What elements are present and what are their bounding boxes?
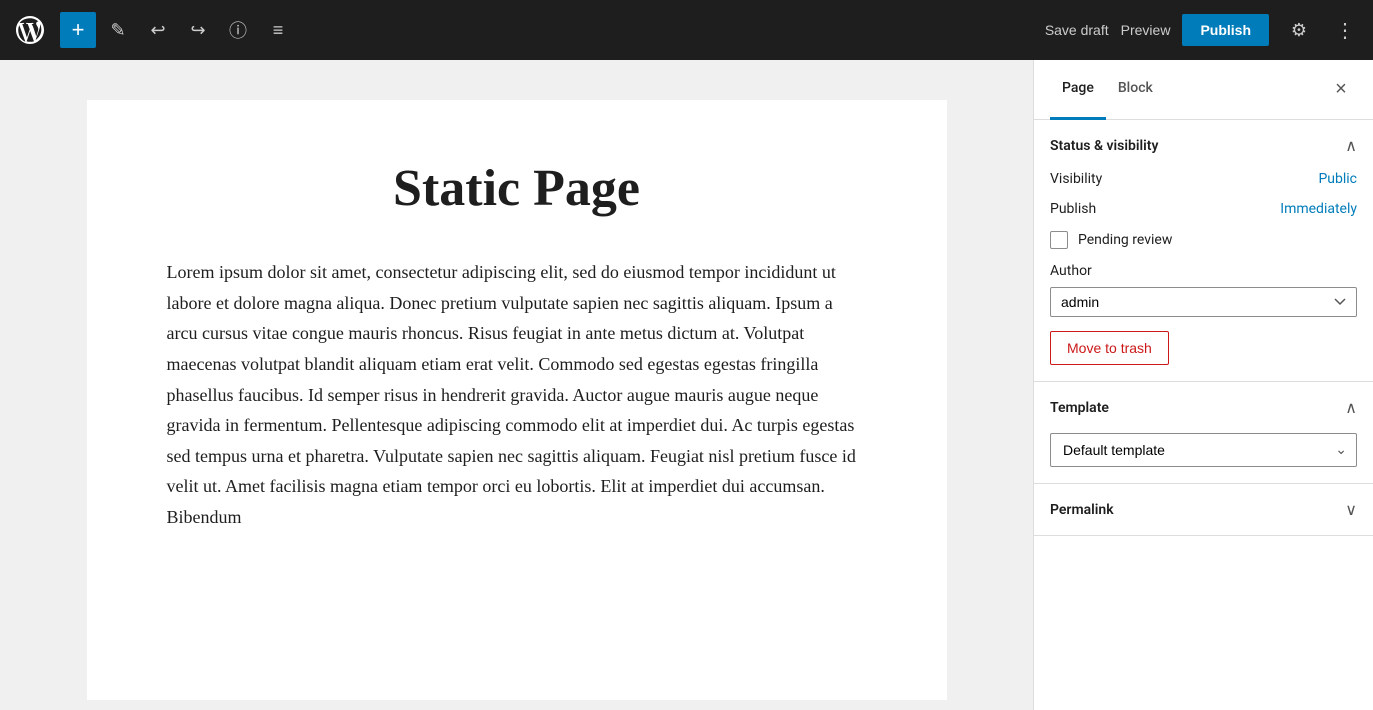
info-icon: ⓘ [229, 17, 247, 43]
save-draft-button[interactable]: Save draft [1045, 22, 1109, 38]
add-block-button[interactable]: + [60, 12, 96, 48]
wp-logo-button[interactable] [12, 12, 48, 48]
collapse-icon: ∧ [1345, 136, 1357, 155]
visibility-value[interactable]: Public [1318, 171, 1357, 187]
undo-icon: ↩ [150, 20, 165, 41]
settings-button[interactable]: ⚙ [1281, 12, 1317, 48]
sidebar: Page Block × Status & visibility ∧ Visib… [1033, 60, 1373, 710]
status-visibility-header[interactable]: Status & visibility ∧ [1050, 136, 1357, 155]
pending-review-label: Pending review [1078, 232, 1172, 248]
template-collapse-icon: ∧ [1345, 398, 1357, 417]
author-select[interactable]: admin [1050, 287, 1357, 317]
sidebar-close-button[interactable]: × [1325, 74, 1357, 106]
status-visibility-section: Status & visibility ∧ Visibility Public … [1034, 120, 1373, 382]
template-title: Template [1050, 400, 1109, 416]
template-header[interactable]: Template ∧ [1050, 398, 1357, 417]
page-title[interactable]: Static Page [167, 160, 867, 217]
status-visibility-title: Status & visibility [1050, 138, 1158, 154]
pending-review-checkbox[interactable] [1050, 231, 1068, 249]
publish-value[interactable]: Immediately [1280, 201, 1357, 217]
publish-button[interactable]: Publish [1182, 14, 1269, 46]
pending-review-row: Pending review [1050, 231, 1357, 249]
preview-button[interactable]: Preview [1121, 22, 1171, 38]
editor-content: Static Page Lorem ipsum dolor sit amet, … [87, 100, 947, 700]
author-group: Author admin [1050, 263, 1357, 331]
publish-row: Publish Immediately [1050, 201, 1357, 217]
permalink-collapse-icon: ∨ [1345, 500, 1357, 519]
more-icon: ⋮ [1335, 20, 1355, 42]
tab-page[interactable]: Page [1050, 60, 1106, 120]
toolbar-right: Save draft Preview Publish ⚙ ⋮ [1045, 12, 1361, 48]
visibility-row: Visibility Public [1050, 171, 1357, 187]
permalink-section: Permalink ∨ [1034, 484, 1373, 536]
more-options-button[interactable]: ⋮ [1329, 14, 1361, 47]
list-view-button[interactable]: ≡ [260, 12, 296, 48]
publish-label: Publish [1050, 201, 1096, 217]
visibility-label: Visibility [1050, 171, 1102, 187]
editor-body-text[interactable]: Lorem ipsum dolor sit amet, consectetur … [167, 257, 867, 532]
redo-icon: ↪ [190, 20, 205, 41]
template-section: Template ∧ Default template Full Width N… [1034, 382, 1373, 484]
undo-button[interactable]: ↩ [140, 12, 176, 48]
move-to-trash-button[interactable]: Move to trash [1050, 331, 1169, 365]
template-select[interactable]: Default template Full Width No Sidebar [1050, 433, 1357, 467]
pen-icon: ✎ [110, 20, 125, 41]
gear-icon: ⚙ [1291, 20, 1307, 41]
editor-area[interactable]: Static Page Lorem ipsum dolor sit amet, … [0, 60, 1033, 710]
template-select-wrap: Default template Full Width No Sidebar ⌄ [1050, 433, 1357, 467]
info-button[interactable]: ⓘ [220, 12, 256, 48]
permalink-header[interactable]: Permalink ∨ [1050, 500, 1357, 519]
author-label: Author [1050, 263, 1357, 279]
toolbar: + ✎ ↩ ↪ ⓘ ≡ Save draft Preview Publish ⚙… [0, 0, 1373, 60]
list-view-icon: ≡ [273, 20, 284, 41]
main-area: Static Page Lorem ipsum dolor sit amet, … [0, 60, 1373, 710]
sidebar-tabs: Page Block × [1034, 60, 1373, 120]
tab-block[interactable]: Block [1106, 60, 1165, 120]
redo-button[interactable]: ↪ [180, 12, 216, 48]
permalink-title: Permalink [1050, 502, 1114, 518]
tools-button[interactable]: ✎ [100, 12, 136, 48]
